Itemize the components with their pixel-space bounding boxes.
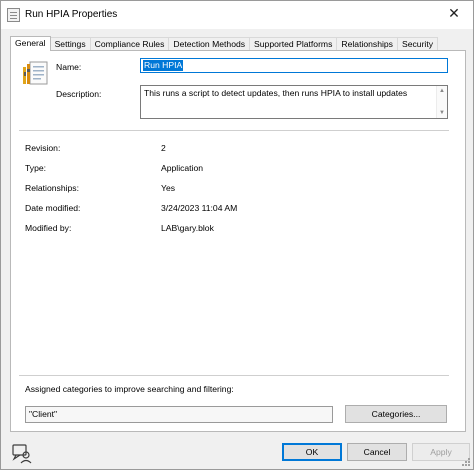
properties-window-icon [7, 8, 20, 22]
description-scrollbar[interactable]: ▲ ▼ [436, 86, 447, 118]
help-icon[interactable] [11, 442, 33, 464]
modified-by-label: Modified by: [25, 223, 72, 233]
configuration-item-icon [23, 61, 48, 85]
date-modified-label: Date modified: [25, 203, 81, 213]
modified-by-value: LAB\gary.blok [161, 223, 214, 233]
cancel-button[interactable]: Cancel [347, 443, 407, 461]
relationships-value: Yes [161, 183, 176, 193]
description-label: Description: [56, 89, 102, 99]
name-field[interactable]: Run HPIA [140, 58, 448, 73]
categories-button[interactable]: Categories... [345, 405, 447, 423]
tab-general[interactable]: General [10, 36, 51, 51]
divider [19, 375, 449, 376]
tab-detection-methods[interactable]: Detection Methods [168, 37, 251, 51]
tab-strip: General Settings Compliance Rules Detection… [10, 36, 439, 51]
window-title: Run HPIA Properties [25, 9, 118, 20]
relationships-label: Relationships: [25, 183, 79, 193]
description-field[interactable]: This runs a script to detect updates, th… [140, 85, 448, 119]
type-label: Type: [25, 163, 47, 173]
tab-relationships[interactable]: Relationships [336, 37, 398, 51]
properties-dialog: Run HPIA Properties ✕ General Settings Com… [0, 0, 474, 470]
type-value: Application [161, 163, 204, 173]
title-bar: Run HPIA Properties ✕ [1, 1, 473, 29]
name-value: Run HPIA [143, 60, 184, 71]
resize-grip-icon[interactable] [461, 457, 471, 467]
name-label: Name: [56, 62, 82, 72]
description-value: This runs a script to detect updates, th… [144, 88, 408, 98]
date-modified-value: 3/24/2023 11:04 AM [161, 203, 238, 213]
scroll-down-icon[interactable]: ▼ [439, 109, 445, 117]
tab-supported-platforms[interactable]: Supported Platforms [249, 37, 338, 51]
close-icon[interactable]: ✕ [443, 4, 465, 24]
revision-label: Revision: [25, 143, 61, 153]
categories-field: "Client" [25, 406, 333, 423]
divider [19, 130, 449, 131]
categories-value: "Client" [29, 409, 58, 419]
ok-button[interactable]: OK [282, 443, 342, 461]
scroll-up-icon[interactable]: ▲ [439, 87, 445, 95]
tab-security[interactable]: Security [396, 37, 439, 51]
tab-settings[interactable]: Settings [49, 37, 91, 51]
tab-compliance-rules[interactable]: Compliance Rules [89, 37, 170, 51]
categories-label: Assigned categories to improve searching… [25, 384, 234, 394]
revision-value: 2 [161, 143, 166, 153]
